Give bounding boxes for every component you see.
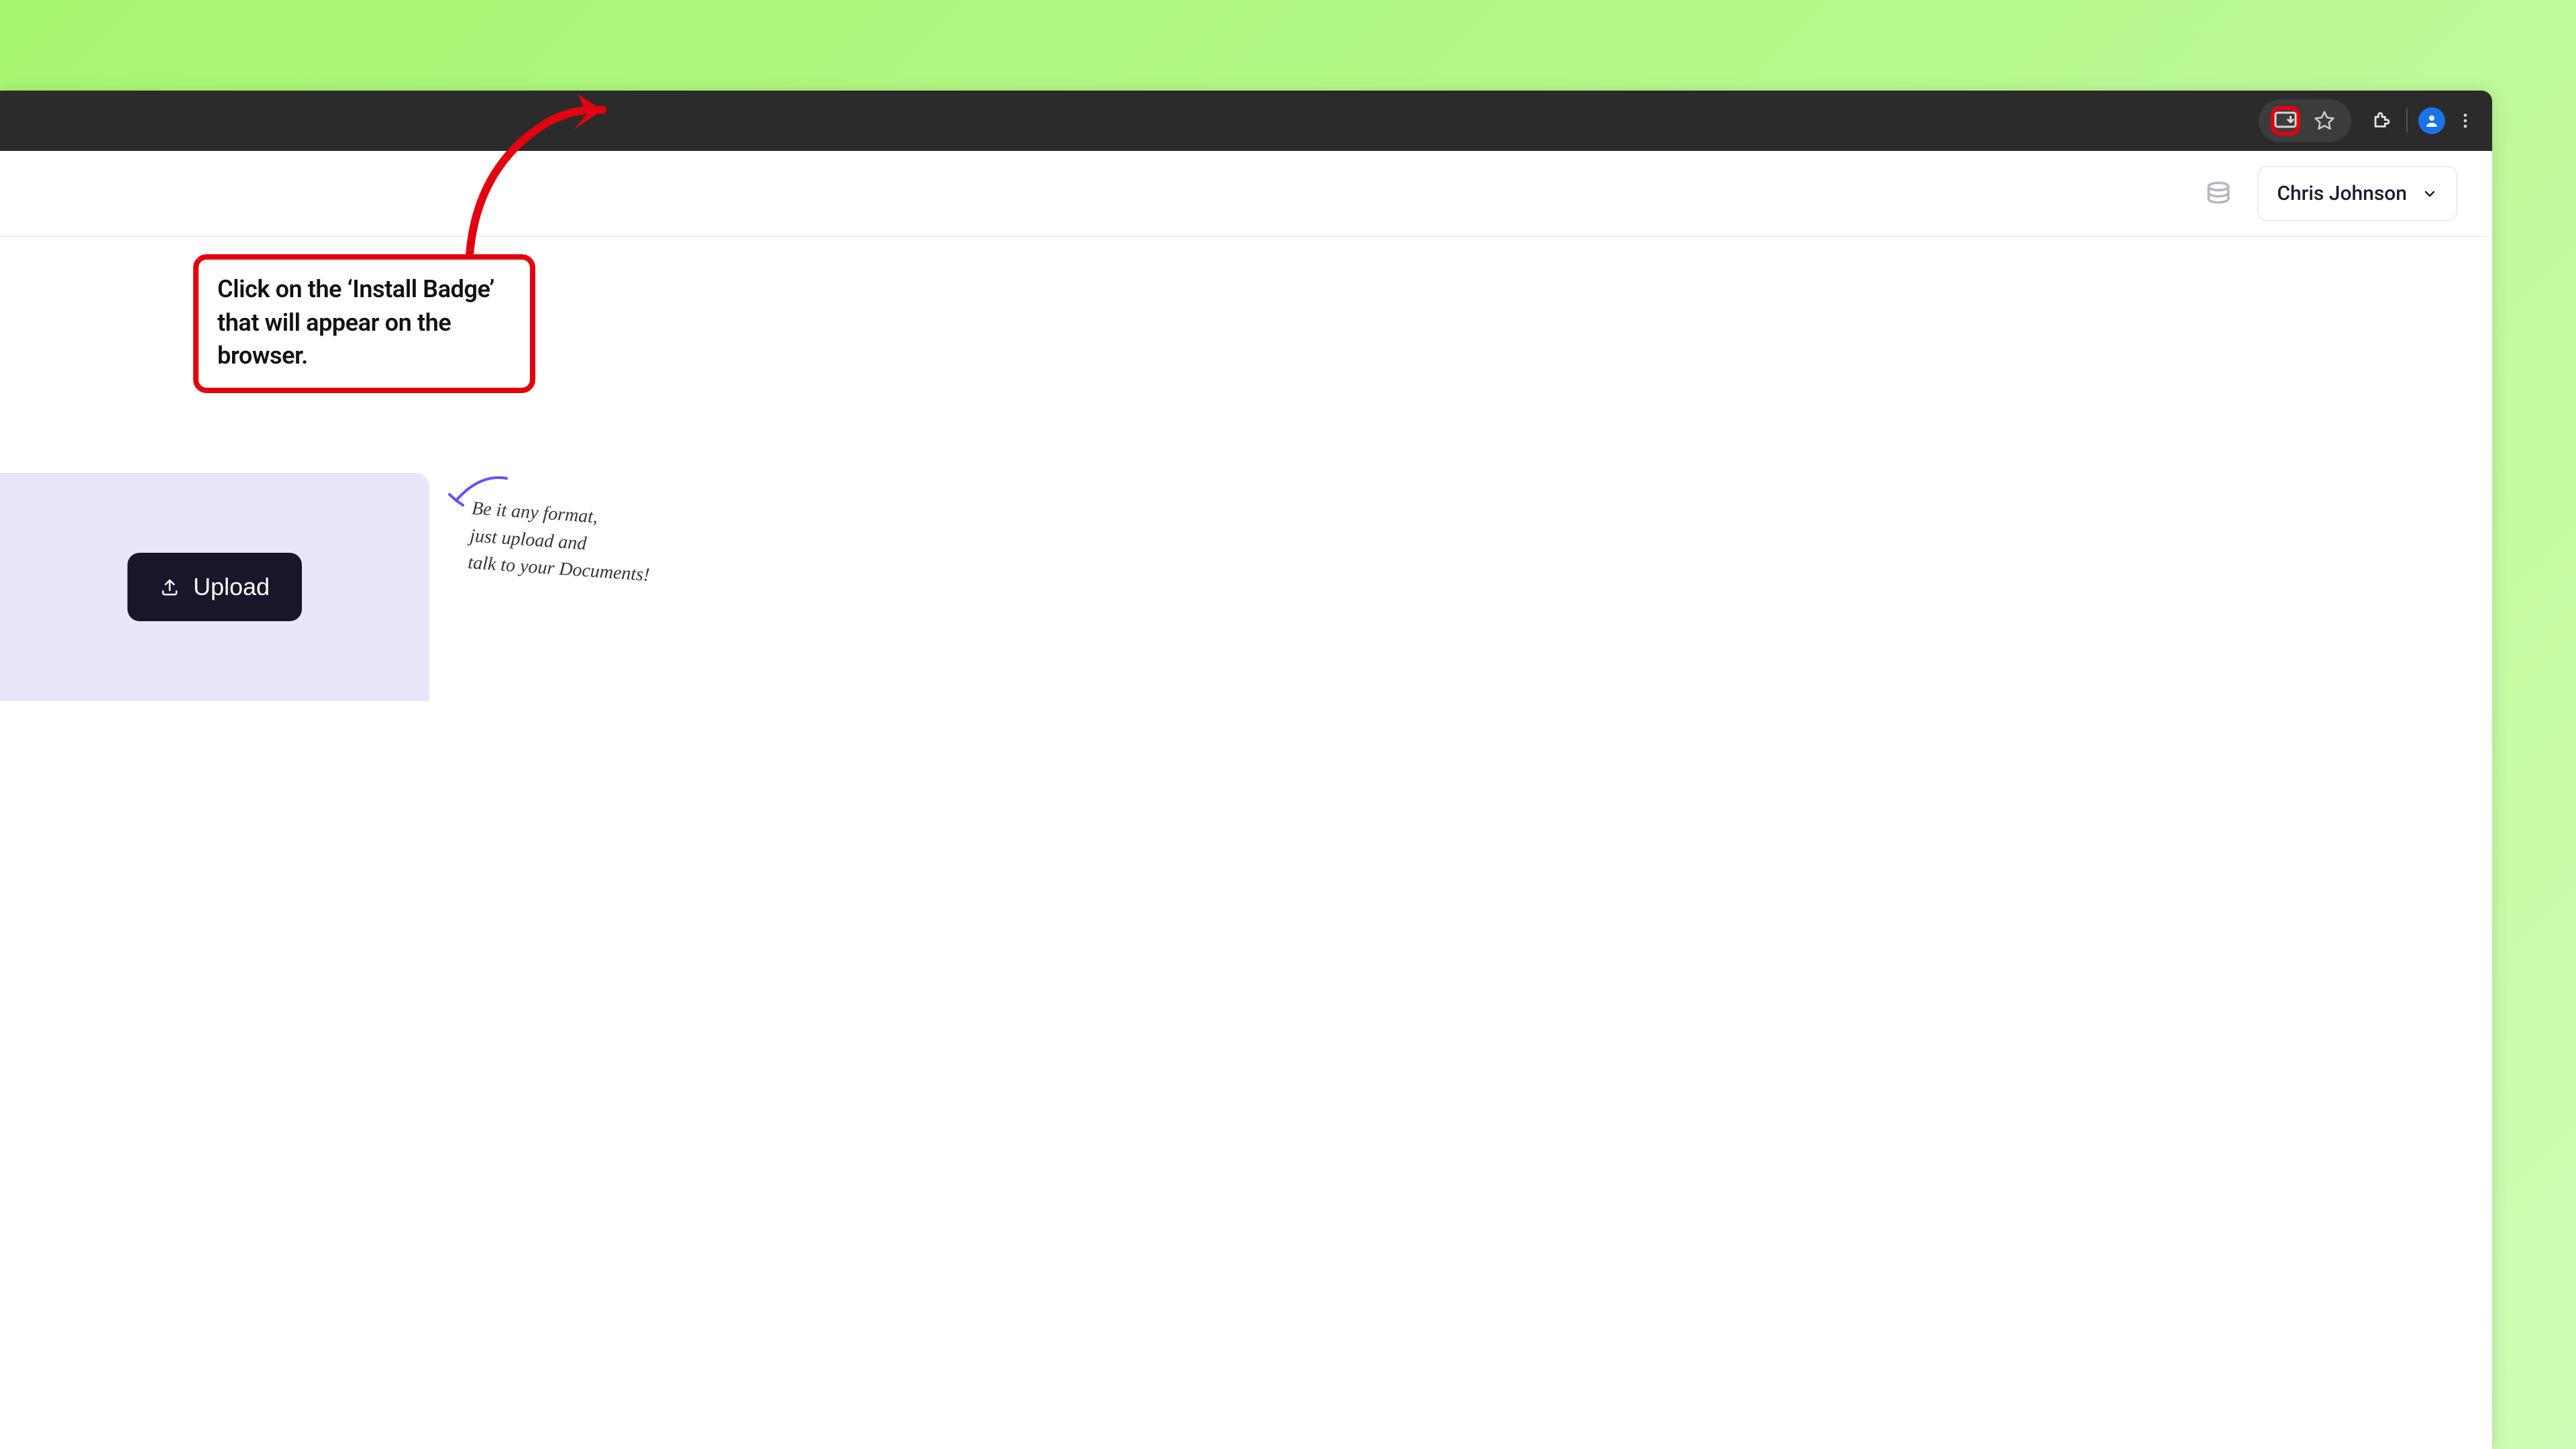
browser-window: Chris Johnson Click on the ‘Install Badg… [0, 91, 2492, 1449]
upload-button-label: Upload [193, 573, 270, 601]
install-app-icon [2273, 109, 2298, 133]
extensions-button[interactable] [2367, 106, 2397, 136]
page-content: Chris Johnson Click on the ‘Install Badg… [0, 151, 2492, 1449]
bookmark-button[interactable] [2310, 106, 2339, 136]
profile-button[interactable] [2417, 106, 2447, 136]
profile-icon [2418, 107, 2445, 134]
install-app-button[interactable] [2271, 106, 2300, 136]
address-bar-actions [2259, 99, 2351, 142]
app-header: Chris Johnson [0, 151, 2492, 237]
star-icon [2314, 110, 2335, 131]
toolbar-divider [2406, 109, 2408, 133]
browser-menu-button[interactable] [2451, 106, 2480, 136]
upload-panel: Upload [0, 473, 429, 701]
credits-button[interactable] [2204, 179, 2233, 209]
chevron-down-icon [2422, 186, 2438, 202]
kebab-menu-icon [2456, 111, 2475, 130]
callout-text: Click on the ‘Install Badge’ that will a… [217, 275, 494, 370]
handwritten-note: Be it any format, just upload and talk t… [467, 495, 700, 592]
user-name-label: Chris Johnson [2277, 182, 2407, 205]
puzzle-icon [2371, 109, 2394, 132]
instruction-callout: Click on the ‘Install Badge’ that will a… [193, 254, 535, 393]
upload-button[interactable]: Upload [127, 553, 302, 621]
upload-icon [160, 577, 180, 597]
user-menu[interactable]: Chris Johnson [2257, 166, 2457, 221]
coins-icon [2204, 179, 2233, 209]
browser-toolbar [0, 91, 2492, 151]
